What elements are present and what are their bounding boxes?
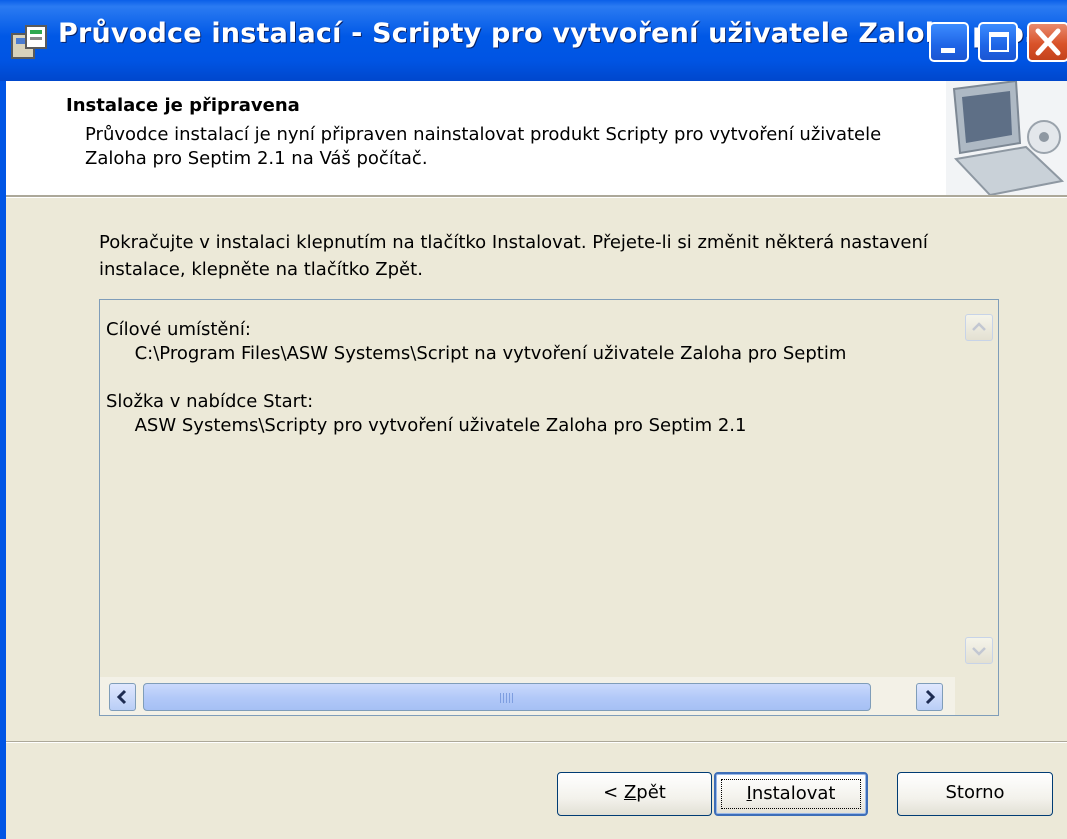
- scroll-down-button[interactable]: [965, 637, 993, 664]
- scroll-grip-icon: [500, 693, 514, 703]
- close-button[interactable]: [1027, 22, 1067, 62]
- chevron-up-icon: [972, 322, 986, 331]
- scroll-up-button[interactable]: [965, 314, 993, 341]
- page-title: Instalace je připravena: [66, 95, 300, 116]
- vertical-scrollbar[interactable]: [955, 300, 998, 677]
- page-description: Průvodce instalací je nyní připraven nai…: [85, 124, 882, 169]
- scrollbar-corner: [955, 677, 998, 715]
- maximize-icon: [989, 32, 1009, 52]
- scroll-left-button[interactable]: [109, 683, 136, 711]
- horizontal-scrollbar[interactable]: [100, 677, 998, 715]
- chevron-left-icon: [116, 689, 127, 705]
- scroll-right-button[interactable]: [916, 683, 943, 711]
- install-button-label: Instalovat: [746, 783, 836, 804]
- memo-text: Cílové umístění: C:\Program Files\ASW Sy…: [106, 319, 847, 436]
- window-title: Průvodce instalací - Scripty pro vytvoře…: [58, 18, 1056, 49]
- header-divider: [6, 196, 1067, 198]
- minimize-button[interactable]: [929, 22, 969, 62]
- install-button[interactable]: Instalovat: [714, 772, 868, 816]
- cancel-button-label: Storno: [945, 782, 1005, 803]
- cancel-button[interactable]: Storno: [897, 772, 1053, 816]
- back-button[interactable]: < Zpět: [557, 772, 712, 816]
- footer-divider: [6, 741, 1067, 743]
- installer-icon: [11, 25, 47, 59]
- chevron-down-icon: [972, 647, 986, 656]
- wizard-header: Instalace je připravena Průvodce instala…: [6, 81, 1067, 196]
- maximize-button[interactable]: [978, 22, 1018, 62]
- close-icon: [1035, 28, 1061, 56]
- wizard-computer-icon: [946, 81, 1067, 195]
- window-titlebar[interactable]: Průvodce instalací - Scripty pro vytvoře…: [0, 0, 1067, 81]
- back-button-label: < Zpět: [603, 782, 666, 803]
- ready-memo[interactable]: Cílové umístění: C:\Program Files\ASW Sy…: [99, 299, 999, 716]
- horizontal-scroll-thumb[interactable]: [143, 683, 871, 711]
- instructions-text: Pokračujte v instalaci klepnutím na tlač…: [99, 232, 928, 280]
- chevron-right-icon: [925, 689, 936, 705]
- minimize-icon: [941, 48, 955, 53]
